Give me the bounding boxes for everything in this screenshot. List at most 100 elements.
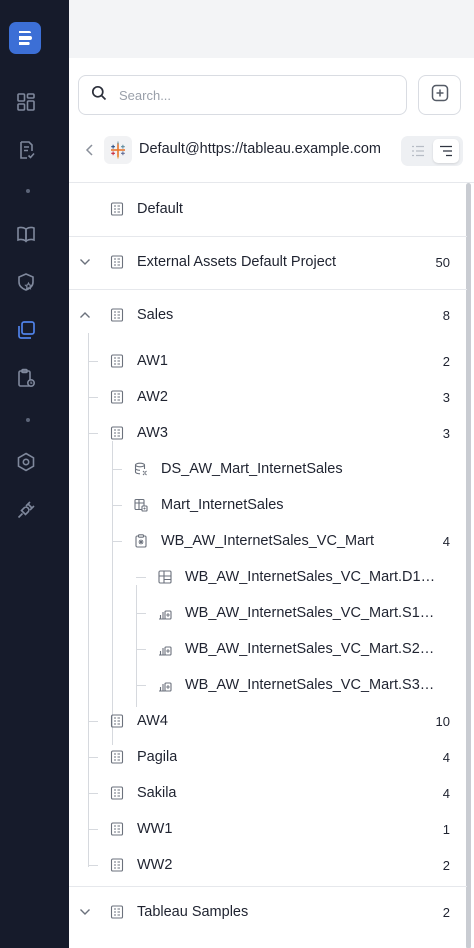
clipboard-clock-icon[interactable]	[14, 366, 38, 390]
tree-row-label: WW2	[137, 857, 173, 873]
project-icon	[109, 353, 125, 369]
project-icon	[109, 785, 125, 801]
search-input[interactable]	[119, 87, 379, 103]
project-icon	[109, 713, 125, 729]
tree-row-count: 3	[442, 390, 450, 405]
book-icon[interactable]	[14, 222, 38, 246]
tree-row[interactable]: AW3 3	[69, 415, 469, 451]
add-button[interactable]	[418, 75, 461, 115]
tree-row[interactable]: WB_AW_InternetSales_VC_Mart.D1_Int...	[69, 559, 469, 595]
plug-icon[interactable]	[14, 498, 38, 522]
tree-row-label: AW3	[137, 425, 168, 441]
tree-row-count: 4	[442, 786, 450, 801]
row-separator	[69, 886, 467, 887]
tree-row-count: 8	[442, 308, 450, 323]
collections-icon[interactable]	[14, 318, 38, 342]
chevron-up-icon[interactable]	[78, 308, 92, 322]
tree-row-label: AW4	[137, 713, 168, 729]
tree-row[interactable]: WB_AW_InternetSales_VC_Mart.S1_Re...	[69, 595, 469, 631]
project-icon	[109, 425, 125, 441]
table-icon	[133, 497, 149, 513]
catalog-panel: Default@https://tableau.example.com Defa…	[69, 58, 474, 948]
project-icon	[109, 821, 125, 837]
project-icon	[109, 857, 125, 873]
tree-row-label: WB_AW_InternetSales_VC_Mart	[161, 533, 375, 549]
project-icon	[109, 307, 125, 323]
tree-row-count: 2	[442, 354, 450, 369]
tree-row[interactable]: Mart_InternetSales	[69, 487, 469, 523]
chevron-down-icon[interactable]	[78, 905, 92, 919]
tree-row[interactable]: Sales 8	[69, 297, 469, 333]
tree-row[interactable]: WB_AW_InternetSales_VC_Mart 4	[69, 523, 469, 559]
view-toggle	[401, 136, 463, 166]
tree-row-count: 10	[435, 714, 450, 729]
project-icon	[109, 389, 125, 405]
tree-row-label: Tableau Samples	[137, 904, 249, 920]
site-name[interactable]: Default@https://tableau.example.com	[139, 141, 383, 157]
shield-star-icon[interactable]	[14, 270, 38, 294]
app-root: Default@https://tableau.example.com Defa…	[0, 0, 474, 948]
top-bar	[69, 0, 474, 58]
tree-row-label: External Assets Default Project	[137, 254, 337, 270]
tree-row-label: Mart_InternetSales	[161, 497, 284, 513]
tree-row[interactable]: External Assets Default Project 50	[69, 244, 469, 280]
workbook-icon	[133, 533, 149, 549]
tree-row-label: Pagila	[137, 749, 178, 765]
tree-view-icon[interactable]	[433, 139, 459, 163]
datasource-icon	[133, 461, 149, 477]
sheet-icon	[157, 641, 173, 657]
tableau-logo-icon	[104, 136, 132, 164]
tree-row-label: WB_AW_InternetSales_VC_Mart.S1_Re...	[185, 605, 441, 621]
chevron-down-icon[interactable]	[78, 255, 92, 269]
document-check-icon[interactable]	[14, 138, 38, 162]
tree-row-label: WW1	[137, 821, 173, 837]
project-icon	[109, 254, 125, 270]
tree-row[interactable]: AW4 10	[69, 703, 469, 739]
tree-row-count: 4	[442, 534, 450, 549]
tree-row-label: AW1	[137, 353, 168, 369]
tree-row-label: WB_AW_InternetSales_VC_Mart.S3_To...	[185, 677, 441, 693]
tree-row[interactable]: WW2 2	[69, 847, 469, 883]
row-separator	[69, 236, 467, 237]
nav-rail	[0, 0, 69, 948]
tree-row-label: Sales	[137, 307, 174, 323]
list-view-icon[interactable]	[405, 139, 431, 163]
tree-row-label: DS_AW_Mart_InternetSales	[161, 461, 343, 477]
project-icon	[109, 904, 125, 920]
search-box[interactable]	[78, 75, 407, 115]
project-icon	[109, 201, 125, 217]
sheet-icon	[157, 605, 173, 621]
app-logo[interactable]	[9, 22, 41, 54]
tree-row-label: WB_AW_InternetSales_VC_Mart.D1_Int...	[185, 569, 441, 585]
tree-row-label: Default	[137, 201, 183, 217]
tree-row[interactable]: AW1 2	[69, 343, 469, 379]
plus-square-icon	[431, 84, 449, 107]
nav-divider-dot	[26, 418, 30, 422]
tree-row[interactable]: Sakila 4	[69, 775, 469, 811]
search-icon	[91, 85, 107, 106]
dashboard-icon	[157, 569, 173, 585]
hexagon-settings-icon[interactable]	[14, 450, 38, 474]
tree-row-count: 2	[442, 858, 450, 873]
tree-row[interactable]: WB_AW_InternetSales_VC_Mart.S3_To...	[69, 667, 469, 703]
tree-row-label: WB_AW_InternetSales_VC_Mart.S2_Re...	[185, 641, 441, 657]
tree-row[interactable]: AW2 3	[69, 379, 469, 415]
row-separator	[69, 289, 467, 290]
tree-row-count: 50	[435, 255, 450, 270]
back-chevron-icon[interactable]	[82, 142, 98, 158]
tree-row-label: AW2	[137, 389, 168, 405]
tree-row[interactable]: Pagila 4	[69, 739, 469, 775]
tree-row[interactable]: Tableau Samples 2	[69, 894, 469, 930]
tree-row-label: Sakila	[137, 785, 177, 801]
sheet-icon	[157, 677, 173, 693]
tree-row[interactable]: WB_AW_InternetSales_VC_Mart.S2_Re...	[69, 631, 469, 667]
nav-divider-dot	[26, 189, 30, 193]
tree-row-count: 2	[442, 905, 450, 920]
project-icon	[109, 749, 125, 765]
tree-row[interactable]: Default	[69, 191, 469, 227]
breadcrumb: Default@https://tableau.example.com	[69, 132, 474, 168]
tree-row[interactable]: WW1 1	[69, 811, 469, 847]
dashboard-icon[interactable]	[14, 90, 38, 114]
tree-row-count: 1	[442, 822, 450, 837]
tree-row[interactable]: DS_AW_Mart_InternetSales	[69, 451, 469, 487]
